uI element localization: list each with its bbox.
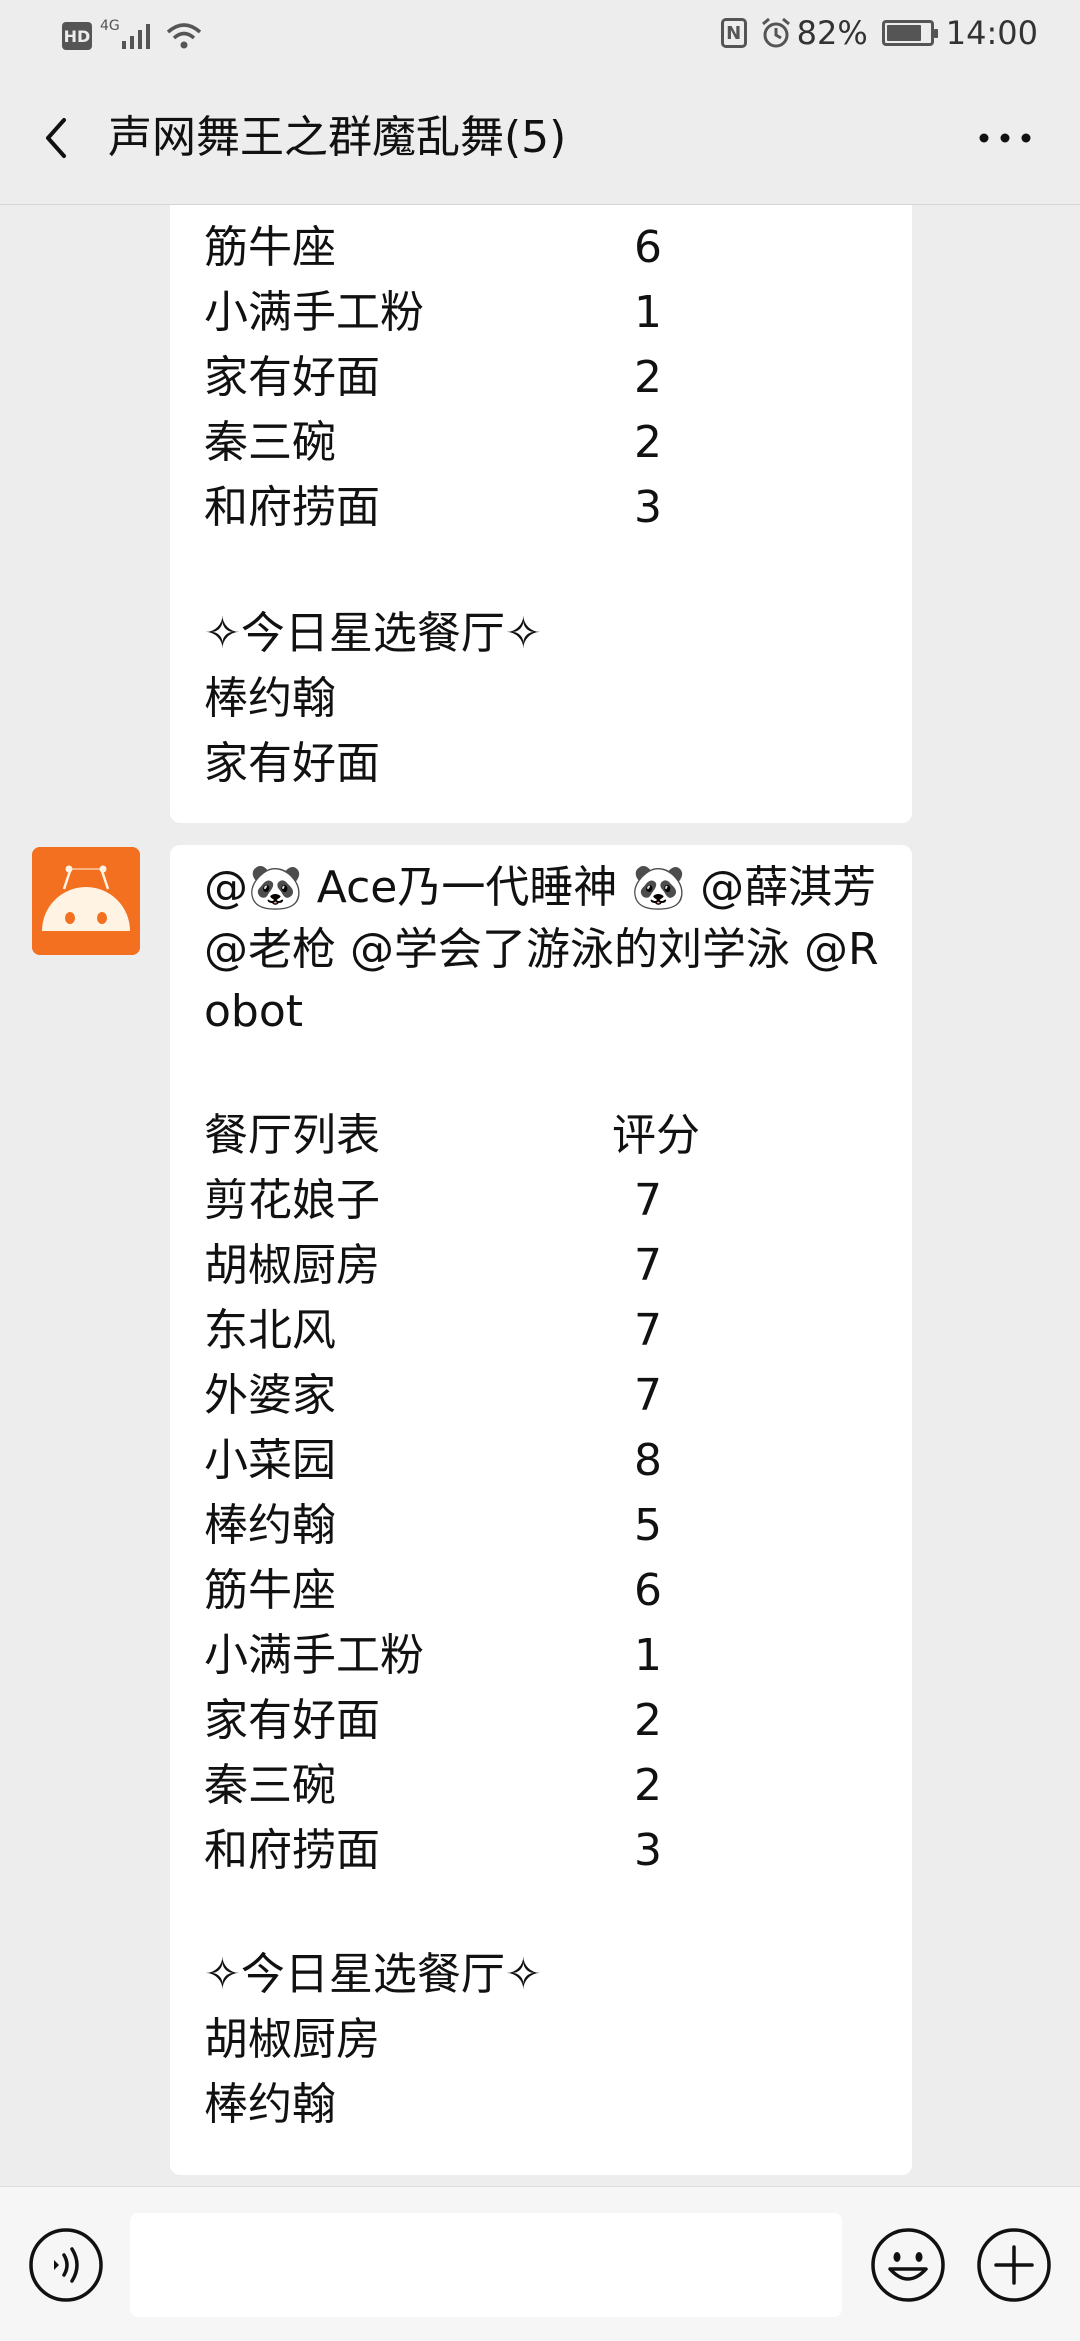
list-header-row: 餐厅列表 评分 bbox=[204, 1103, 912, 1168]
battery-percent: 82% bbox=[796, 14, 868, 52]
restaurant-score: 5 bbox=[634, 1500, 662, 1551]
restaurant-name: 秦三碗 bbox=[204, 1760, 336, 1811]
alarm-icon bbox=[761, 17, 790, 48]
restaurant-score: 2 bbox=[634, 1695, 662, 1746]
robot-avatar[interactable] bbox=[32, 847, 140, 955]
status-left: HD 4G bbox=[62, 18, 204, 52]
restaurant-name: 和府捞面 bbox=[204, 482, 380, 533]
wifi-icon bbox=[166, 23, 201, 49]
restaurant-score: 2 bbox=[634, 417, 662, 468]
list-item: 棒约翰 5 bbox=[204, 1493, 912, 1558]
list-item: 东北风 7 bbox=[204, 1298, 912, 1363]
more-dots-icon[interactable] bbox=[970, 116, 1040, 160]
list-item: 胡椒厨房 7 bbox=[204, 1233, 912, 1298]
restaurant-name: 筋牛座 bbox=[204, 1565, 336, 1616]
list-item: 秦三碗 2 bbox=[204, 1753, 912, 1818]
restaurant-score: 7 bbox=[634, 1240, 662, 1291]
restaurant-score: 1 bbox=[634, 1630, 662, 1681]
restaurant-name: 外婆家 bbox=[204, 1370, 336, 1421]
restaurant-name: 小满手工粉 bbox=[204, 1630, 424, 1681]
restaurant-score: 3 bbox=[634, 482, 662, 533]
list-item: 筋牛座 6 bbox=[204, 1558, 912, 1623]
restaurant-score: 2 bbox=[634, 352, 662, 403]
restaurant-score: 6 bbox=[634, 1565, 662, 1616]
status-bar: HD 4G N 82% 14:00 bbox=[0, 0, 1080, 74]
list-item: 剪花娘子 7 bbox=[204, 1168, 912, 1233]
restaurant-name: 家有好面 bbox=[204, 1695, 380, 1746]
robot-face-icon bbox=[32, 847, 140, 955]
star-pick: 家有好面 bbox=[204, 738, 380, 789]
star-title: ✧今日星选餐厅✧ bbox=[204, 1949, 542, 2000]
network-type: 4G bbox=[100, 18, 120, 34]
restaurant-name: 筋牛座 bbox=[204, 222, 336, 273]
list-item: 秦三碗 2 bbox=[204, 410, 912, 475]
message-bubble[interactable]: @🐼 Ace乃一代睡神 🐼 @薛淇芳 @老枪 @学会了游泳的刘学泳 @Robot… bbox=[170, 845, 912, 2175]
restaurant-score: 6 bbox=[634, 222, 662, 273]
restaurant-score: 1 bbox=[634, 287, 662, 338]
score-header: 评分 bbox=[612, 1110, 700, 1161]
list-item: 小菜园 8 bbox=[204, 1428, 912, 1493]
restaurant-name: 小满手工粉 bbox=[204, 287, 424, 338]
restaurant-score: 7 bbox=[634, 1305, 662, 1356]
list-item: 小满手工粉 1 bbox=[204, 1623, 912, 1688]
restaurant-name: 东北风 bbox=[204, 1305, 336, 1356]
chat-header: 声网舞王之群魔乱舞(5) bbox=[0, 74, 1080, 205]
restaurant-score: 8 bbox=[634, 1435, 662, 1486]
list-item: 家有好面 2 bbox=[204, 345, 912, 410]
input-bar bbox=[0, 2186, 1080, 2341]
restaurant-name: 胡椒厨房 bbox=[204, 1240, 380, 1291]
restaurant-name: 和府捞面 bbox=[204, 1825, 380, 1876]
list-item: 和府捞面 3 bbox=[204, 475, 912, 540]
restaurant-name: 小菜园 bbox=[204, 1435, 336, 1486]
message-bubble[interactable]: 筋牛座 6 小满手工粉 1 家有好面 2 秦三碗 2 和府捞面 3 ✧今日星选餐厅✧ 棒约翰 家有好… bbox=[170, 205, 912, 823]
battery-fill bbox=[886, 25, 922, 41]
score-list: 剪花娘子 7 胡椒厨房 7 东北风 7 外婆家 7 小菜园 8 棒约翰 5 筋牛座 6 小满手工粉 1 家有好面… bbox=[204, 1168, 912, 1883]
restaurant-name: 棒约翰 bbox=[204, 1500, 336, 1551]
list-item: 家有好面 2 bbox=[204, 1688, 912, 1753]
restaurant-name: 秦三碗 bbox=[204, 417, 336, 468]
list-item: 外婆家 7 bbox=[204, 1363, 912, 1428]
mention-text: @🐼 Ace乃一代睡神 🐼 @薛淇芳 @老枪 @学会了游泳的刘学泳 @Robot bbox=[204, 862, 879, 1037]
star-picks: 胡椒厨房 棒约翰 bbox=[204, 2007, 912, 2137]
star-picks: 棒约翰 家有好面 bbox=[204, 666, 912, 796]
signal-icon bbox=[121, 24, 150, 49]
score-list: 筋牛座 6 小满手工粉 1 家有好面 2 秦三碗 2 和府捞面 3 bbox=[204, 215, 912, 540]
restaurant-score: 7 bbox=[634, 1370, 662, 1421]
star-pick: 棒约翰 bbox=[204, 2079, 336, 2130]
restaurant-score: 3 bbox=[634, 1825, 662, 1876]
list-item: 筋牛座 6 bbox=[204, 215, 912, 280]
voice-icon[interactable] bbox=[28, 2227, 104, 2303]
plus-icon[interactable] bbox=[976, 2227, 1052, 2303]
star-pick: 胡椒厨房 bbox=[204, 2014, 380, 2065]
chevron-left-icon[interactable] bbox=[34, 114, 82, 162]
status-right: N 82% 14:00 bbox=[720, 14, 1038, 52]
restaurant-score: 7 bbox=[634, 1175, 662, 1226]
list-item: 和府捞面 3 bbox=[204, 1818, 912, 1883]
nfc-icon: N bbox=[720, 18, 747, 48]
clock: 14:00 bbox=[945, 14, 1038, 52]
battery-icon bbox=[881, 20, 938, 46]
restaurant-name: 剪花娘子 bbox=[204, 1175, 380, 1226]
restaurant-score: 2 bbox=[634, 1760, 662, 1811]
emoji-icon[interactable] bbox=[870, 2227, 946, 2303]
star-title: ✧今日星选餐厅✧ bbox=[204, 608, 542, 659]
list-header: 餐厅列表 bbox=[204, 1110, 380, 1161]
message-input[interactable] bbox=[130, 2213, 842, 2317]
hd-badge: HD bbox=[62, 22, 92, 50]
chat-title: 声网舞王之群魔乱舞(5) bbox=[108, 112, 567, 163]
chat-area[interactable]: 筋牛座 6 小满手工粉 1 家有好面 2 秦三碗 2 和府捞面 3 ✧今日星选餐厅✧ 棒约翰 家有好… bbox=[0, 205, 1080, 2185]
star-pick: 棒约翰 bbox=[204, 673, 336, 724]
list-item: 小满手工粉 1 bbox=[204, 280, 912, 345]
restaurant-name: 家有好面 bbox=[204, 352, 380, 403]
